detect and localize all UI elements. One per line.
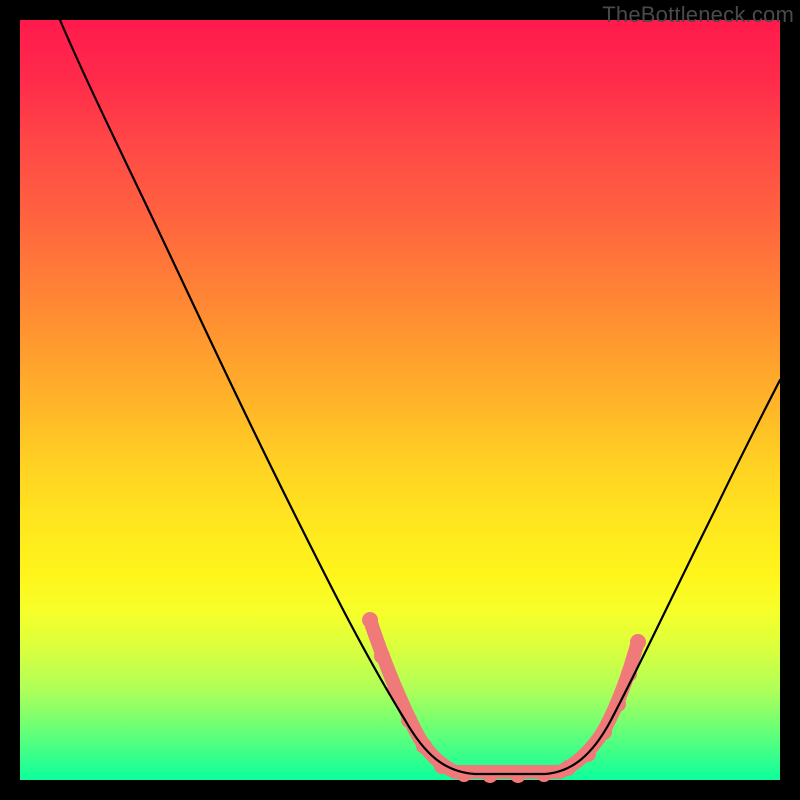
chart-plot-area [20,20,780,780]
bottleneck-curve-path [60,20,780,774]
recommended-zone [362,612,646,783]
chart-frame: TheBottleneck.com [0,0,800,800]
chart-svg [20,20,780,780]
zone-right-ascent [560,642,638,772]
zone-left-descent [370,620,455,772]
watermark-text: TheBottleneck.com [602,2,794,28]
